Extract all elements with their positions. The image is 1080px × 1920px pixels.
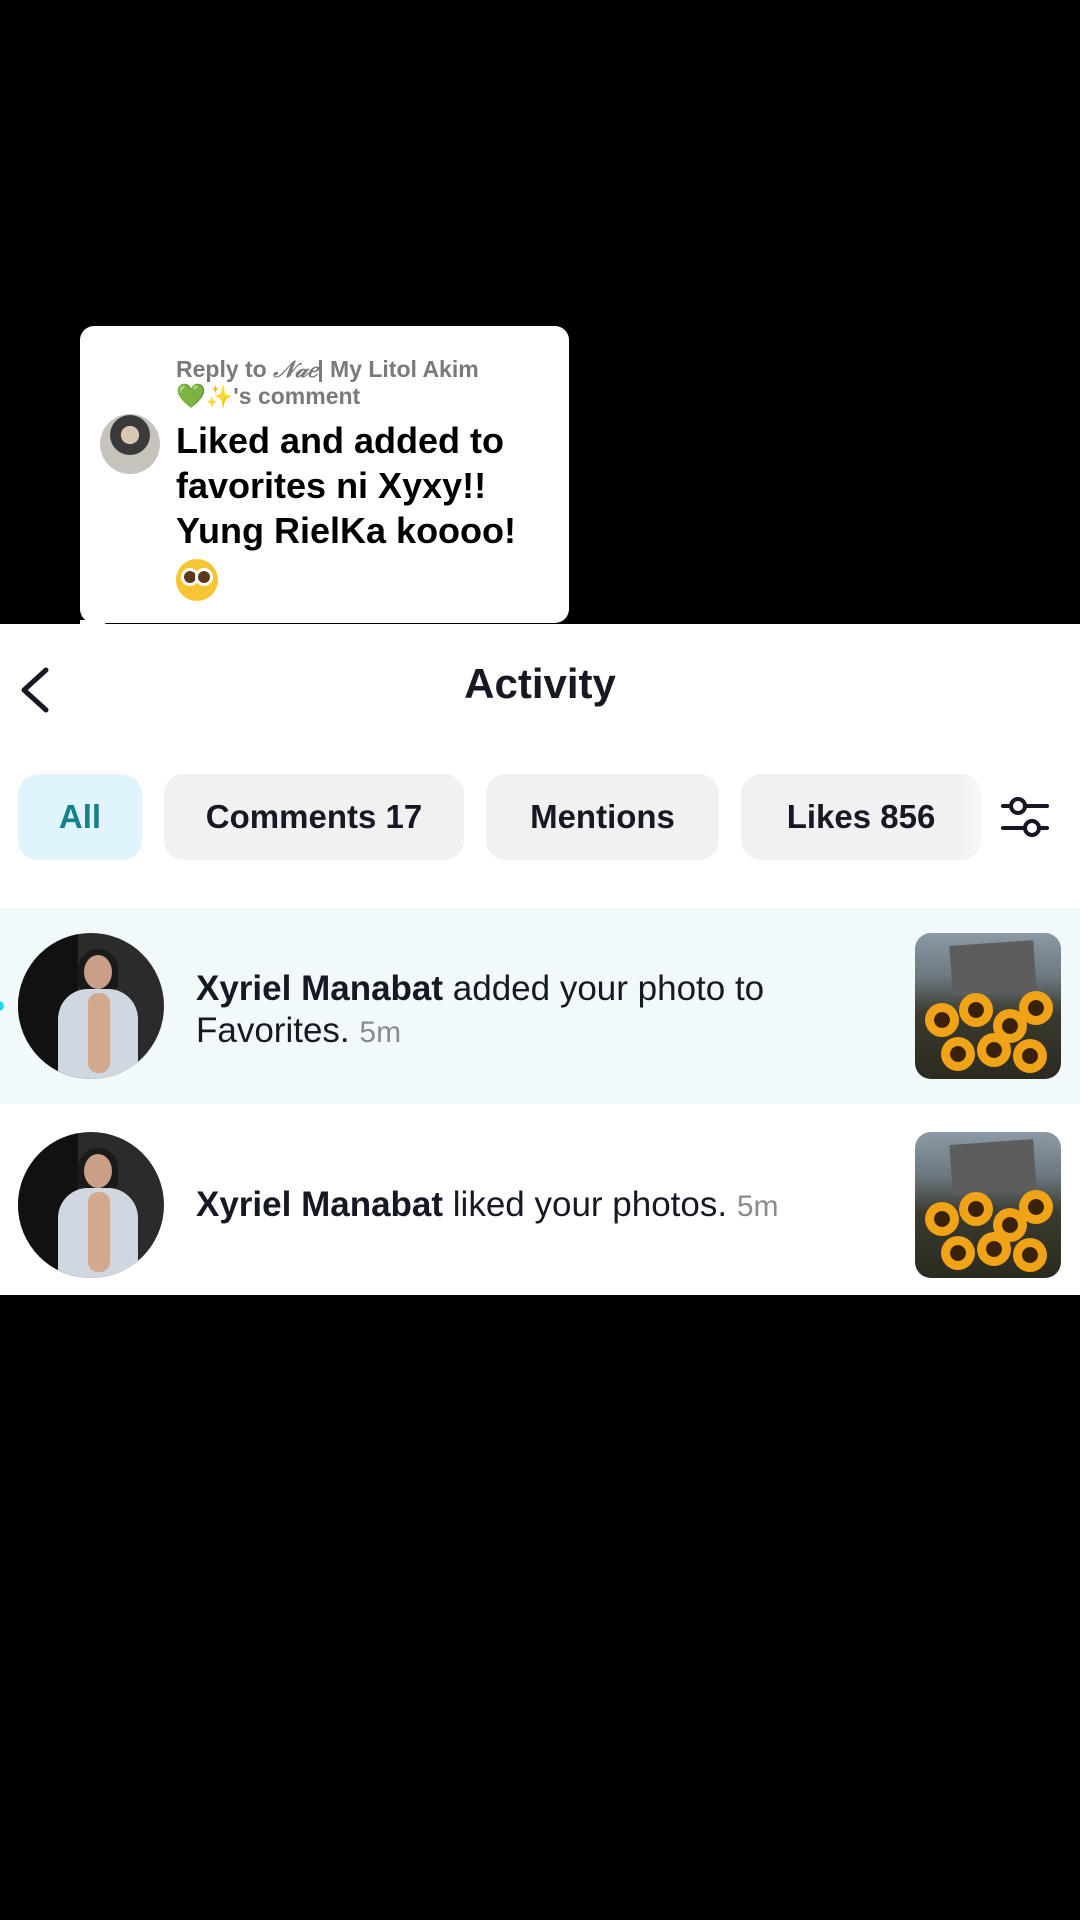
reply-name: 𝒩𝒶𝑒 bbox=[273, 356, 318, 383]
reply-suffix: 's comment bbox=[233, 383, 361, 409]
user-name[interactable]: Xyriel Manabat bbox=[196, 1185, 443, 1224]
avatar[interactable] bbox=[18, 933, 164, 1079]
pleading-face-emoji-icon bbox=[176, 559, 218, 602]
reply-context: Reply to 𝒩𝒶𝑒| My Litol Akim 💚✨'s comment bbox=[176, 356, 546, 410]
reply-name-rest: | My Litol Akim bbox=[317, 356, 479, 382]
tab-comments[interactable]: Comments 17 bbox=[164, 774, 464, 860]
reply-comment-text: Liked and added to favorites ni Xyxy!! Y… bbox=[176, 418, 556, 602]
reply-prefix: Reply to bbox=[176, 356, 274, 382]
notification-text: Xyriel Manabat liked your photos. 5m bbox=[196, 1184, 886, 1228]
notification-action: liked your photos. bbox=[443, 1185, 728, 1224]
filter-button[interactable] bbox=[1000, 792, 1050, 842]
list-item[interactable]: Xyriel Manabat added your photo to Favor… bbox=[0, 908, 1080, 1104]
tab-mentions[interactable]: Mentions bbox=[486, 774, 719, 860]
page-title: Activity bbox=[464, 660, 616, 707]
user-name[interactable]: Xyriel Manabat bbox=[196, 969, 443, 1008]
avatar[interactable] bbox=[18, 1132, 164, 1278]
screen: Reply to 𝒩𝒶𝑒| My Litol Akim 💚✨'s comment… bbox=[0, 0, 1080, 1920]
sliders-icon bbox=[1001, 797, 1049, 837]
timestamp: 5m bbox=[736, 1190, 779, 1223]
tab-all[interactable]: All bbox=[18, 774, 142, 860]
tab-likes[interactable]: Likes 856 bbox=[741, 774, 981, 860]
sparkles-icon: ✨ bbox=[205, 384, 234, 409]
comment-text: Liked and added to favorites ni Xyxy!! Y… bbox=[176, 420, 517, 551]
reply-comment-bubble: Reply to 𝒩𝒶𝑒| My Litol Akim 💚✨'s comment… bbox=[80, 326, 569, 623]
commenter-avatar bbox=[100, 414, 160, 474]
notification-text: Xyriel Manabat added your photo to Favor… bbox=[196, 968, 886, 1054]
activity-panel: Activity All Comments 17 Mentions Likes … bbox=[0, 624, 1080, 1295]
unread-dot bbox=[0, 1001, 4, 1011]
green-heart-icon: 💚 bbox=[176, 383, 206, 410]
list-item[interactable]: Xyriel Manabat liked your photos. 5m bbox=[0, 1104, 1080, 1300]
timestamp: 5m bbox=[359, 1016, 402, 1049]
photo-thumbnail[interactable] bbox=[915, 1132, 1061, 1278]
photo-thumbnail[interactable] bbox=[915, 933, 1061, 1079]
filter-tabs: All Comments 17 Mentions Likes 856 bbox=[18, 774, 1080, 860]
